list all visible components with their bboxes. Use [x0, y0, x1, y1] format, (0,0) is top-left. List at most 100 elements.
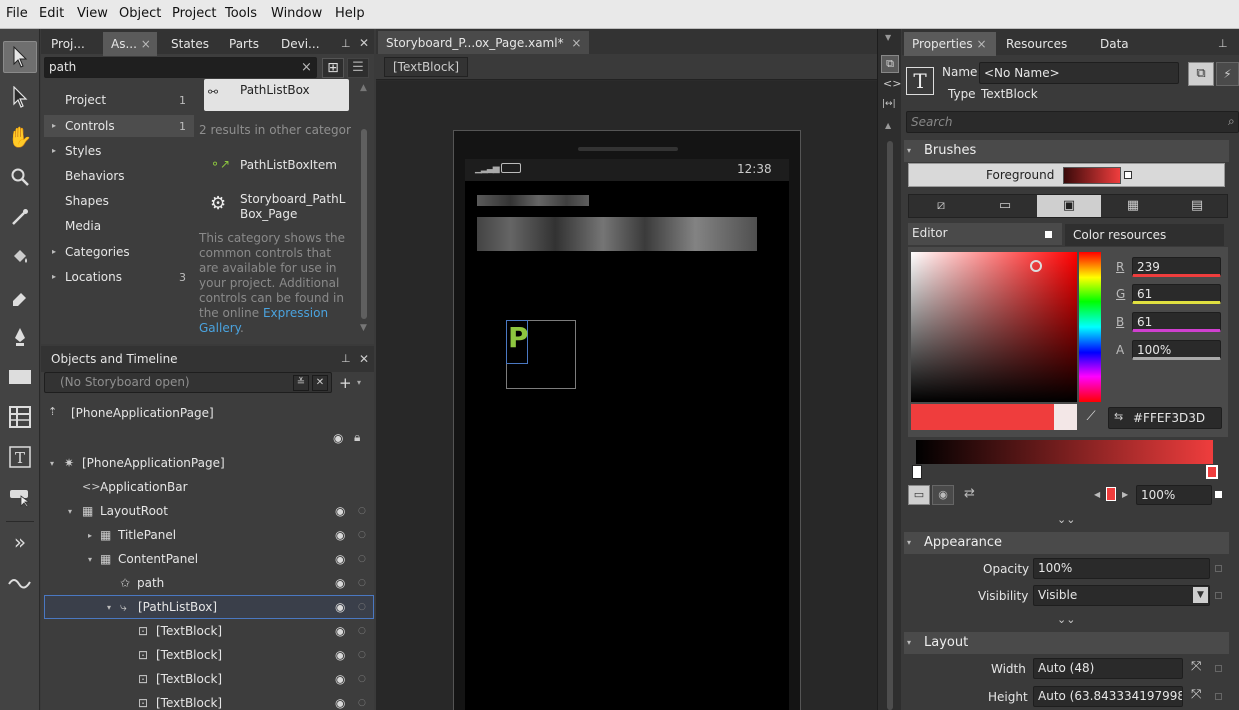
gradient-stop-start[interactable] — [912, 465, 922, 479]
expand-icon[interactable]: ▸ — [52, 121, 56, 130]
red-input[interactable]: 239 — [1132, 257, 1221, 277]
menu-edit[interactable]: Edit — [39, 6, 64, 21]
textblock-selection[interactable]: P — [506, 320, 529, 364]
eyedropper-tool-icon[interactable] — [3, 201, 37, 233]
collapse-icon[interactable]: ▾ — [907, 140, 911, 162]
chevron-down-icon[interactable]: ▼ — [1193, 587, 1208, 603]
grid-tool-icon[interactable] — [3, 401, 37, 433]
no-brush-icon[interactable]: ⧄ — [909, 195, 973, 217]
behavior-tool-icon[interactable] — [3, 566, 37, 598]
blue-input[interactable]: 61 — [1132, 312, 1221, 332]
visibility-eye-icon[interactable]: ◉ — [335, 552, 345, 566]
breadcrumb[interactable]: [TextBlock] — [384, 57, 469, 77]
tab-device[interactable]: Devi... — [273, 32, 328, 56]
category-categories[interactable]: ▸ Categories — [44, 241, 194, 263]
tab-states[interactable]: States — [163, 32, 217, 56]
properties-search-input[interactable]: Search — [906, 111, 1239, 133]
pen-tool-icon[interactable] — [3, 321, 37, 353]
gradient-stop-offset-input[interactable]: 100% — [1136, 485, 1212, 505]
category-media[interactable]: Media — [44, 215, 194, 237]
height-input[interactable]: Auto (63.843334197998) — [1033, 686, 1183, 707]
menu-view[interactable]: View — [77, 6, 108, 21]
phone-screen[interactable]: ▁▂▃▅ 12:38 P — [465, 159, 789, 710]
eraser-tool-icon[interactable] — [3, 281, 37, 313]
expand-icon[interactable]: ▾ — [107, 603, 111, 612]
scroll-thumb[interactable] — [361, 129, 367, 319]
color-space-icon[interactable]: ⇆ — [1114, 410, 1123, 423]
tab-projects[interactable]: Proj... — [43, 32, 93, 56]
gradient-stop-end[interactable] — [1206, 465, 1218, 479]
scroll-up-icon[interactable]: ▲ — [360, 83, 367, 93]
lock-icon[interactable]: 🔒︎ — [354, 430, 360, 445]
visibility-eye-icon[interactable]: ◉ — [335, 504, 345, 518]
set-auto-icon[interactable]: ⤧ — [1191, 659, 1201, 674]
expand-icon[interactable]: ▾ — [88, 555, 92, 564]
new-storyboard-icon[interactable]: + — [339, 374, 352, 392]
color-resources-tab[interactable]: Color resources — [1065, 224, 1224, 246]
lock-dot-icon[interactable]: ○ — [358, 530, 366, 540]
lock-dot-icon[interactable]: ○ — [358, 650, 366, 660]
list-view-icon[interactable]: ☰ — [347, 58, 369, 78]
category-locations[interactable]: ▸ Locations 3 — [44, 266, 194, 288]
selection-tool-icon[interactable] — [3, 41, 37, 73]
zoom-tool-icon[interactable] — [3, 161, 37, 193]
tab-parts[interactable]: Parts — [221, 32, 267, 56]
close-storyboard-icon[interactable]: ✕ — [312, 375, 328, 391]
menu-help[interactable]: Help — [335, 6, 365, 21]
assets-search-input[interactable]: path — [44, 57, 317, 78]
expand-advanced-icon[interactable]: ⌄⌄ — [1057, 613, 1075, 626]
reverse-gradient-icon[interactable]: ⇄ — [964, 486, 975, 501]
gradient-bar[interactable] — [916, 440, 1213, 464]
tree-item-pathlistbox[interactable]: ▾ ⤷ [PathListBox] ◉ ○ — [44, 595, 374, 619]
document-tab[interactable]: Storyboard_P...ox_Page.xaml* × — [378, 31, 590, 54]
tree-item-textblock[interactable]: ⊡ [TextBlock] ◉ ○ — [44, 643, 374, 667]
tree-item-titlepanel[interactable]: ▸ ▦ TitlePanel ◉ ○ — [44, 523, 374, 547]
expand-advanced-icon[interactable]: ⌄⌄ — [1057, 513, 1075, 526]
close-panel-icon[interactable]: ✕ — [359, 36, 369, 50]
alpha-input[interactable]: 100% — [1132, 340, 1221, 360]
color-picker-handle[interactable] — [1030, 260, 1042, 272]
solid-brush-icon[interactable]: ▭ — [973, 195, 1037, 217]
visibility-eye-icon[interactable]: ◉ — [335, 672, 345, 686]
next-stop-icon[interactable]: ▶ — [1122, 490, 1128, 499]
visibility-eye-icon[interactable]: ◉ — [335, 528, 345, 542]
expand-icon[interactable]: ▸ — [52, 146, 56, 155]
visibility-eye-icon[interactable]: ◉ — [335, 648, 345, 662]
menu-window[interactable]: Window — [271, 6, 322, 21]
visibility-eye-icon[interactable]: ◉ — [335, 624, 345, 638]
lock-dot-icon[interactable]: ○ — [358, 698, 366, 708]
panel-dropdown-icon[interactable]: ▼ — [885, 33, 891, 42]
more-tools-icon[interactable]: » — [3, 526, 37, 558]
width-input[interactable]: Auto (48) — [1033, 658, 1183, 679]
layout-section-header[interactable]: ▾ Layout — [904, 632, 1229, 654]
collapse-icon[interactable]: ▾ — [907, 632, 911, 654]
set-auto-icon[interactable]: ⤧ — [1191, 687, 1201, 702]
appearance-section-header[interactable]: ▾ Appearance — [904, 532, 1229, 554]
results-scrollbar[interactable]: ▲ ▼ — [359, 81, 369, 337]
expand-icon[interactable]: ▸ — [52, 272, 56, 281]
page-reference[interactable]: ⇡ [PhoneApplicationPage] — [45, 403, 370, 425]
properties-view-icon[interactable]: ⧉ — [1188, 62, 1214, 86]
pin-icon[interactable]: ⊥ — [1218, 37, 1228, 50]
pin-icon[interactable]: ⊥ — [341, 37, 351, 50]
design-view-icon[interactable]: ⧉ — [881, 55, 899, 73]
menu-tools[interactable]: Tools — [225, 6, 257, 21]
expand-icon[interactable]: ▾ — [68, 507, 72, 516]
direct-selection-tool-icon[interactable] — [3, 81, 37, 113]
menu-file[interactable]: File — [6, 6, 28, 21]
visibility-eye-icon[interactable]: ◉ — [335, 600, 345, 614]
tree-item-applicationbar[interactable]: <> ApplicationBar — [44, 475, 374, 499]
xaml-view-icon[interactable]: <> — [883, 77, 901, 90]
storyboard-dropdown-icon[interactable]: ≚ — [293, 375, 309, 391]
artboard[interactable]: ▁▂▃▅ 12:38 P — [376, 81, 877, 710]
close-icon[interactable]: × — [976, 37, 986, 51]
editor-tab[interactable]: Editor — [908, 223, 1062, 245]
tree-item-layoutroot[interactable]: ▾ ▦ LayoutRoot ◉ ○ — [44, 499, 374, 523]
scope-up-icon[interactable]: ⇡ — [48, 405, 57, 418]
scroll-down-icon[interactable]: ▼ — [360, 323, 367, 333]
tree-item-textblock[interactable]: ⊡ [TextBlock] ◉ ○ — [44, 667, 374, 691]
hex-input[interactable]: #FFEF3D3D — [1108, 407, 1222, 429]
lock-dot-icon[interactable]: ○ — [358, 506, 366, 516]
hue-slider[interactable] — [1079, 252, 1101, 402]
asset-storyboard-page[interactable]: ⚙ Storyboard_PathL Box_Page — [204, 189, 354, 225]
